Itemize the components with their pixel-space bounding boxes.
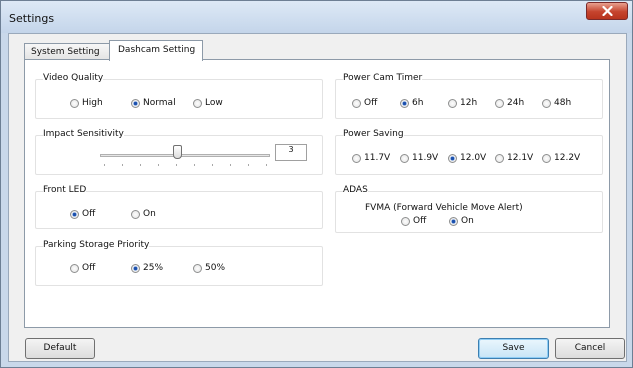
video-quality-high-radio[interactable]: High	[70, 98, 103, 108]
power-cam-timer-12h-radio[interactable]: 12h	[448, 98, 477, 108]
slider-tick	[158, 164, 159, 166]
radio-indicator	[193, 98, 202, 108]
power-saving-11-9v-radio[interactable]: 11.9V	[400, 153, 438, 163]
window-title: Settings	[9, 12, 55, 25]
radio-indicator	[131, 209, 140, 219]
slider-tick	[266, 164, 267, 166]
adas-on-radio[interactable]: On	[449, 216, 474, 226]
power-saving-11-7v-radio[interactable]: 11.7V	[352, 153, 390, 163]
slider-tick	[230, 164, 231, 166]
client-area: System Setting Dashcam Setting Video Qua…	[8, 33, 627, 362]
power-saving-label: Power Saving	[343, 129, 404, 139]
front-led-on-radio[interactable]: On	[131, 209, 156, 219]
adas-off-radio[interactable]: Off	[401, 216, 426, 226]
video-quality-normal-radio[interactable]: Normal	[131, 98, 176, 108]
radio-indicator	[131, 98, 140, 108]
settings-window: Settings System Setting Dashcam Setting …	[0, 0, 633, 368]
tab-dashcam-setting[interactable]: Dashcam Setting	[109, 40, 203, 61]
power-cam-timer-label: Power Cam Timer	[343, 73, 423, 83]
power-cam-timer-24h-radio[interactable]: 24h	[495, 98, 524, 108]
slider-tick	[176, 164, 177, 166]
radio-indicator	[131, 263, 140, 273]
parking-storage-label: Parking Storage Priority	[43, 240, 150, 250]
slider-tick	[122, 164, 123, 166]
save-button[interactable]: Save	[478, 338, 549, 359]
power-cam-timer-48h-radio[interactable]: 48h	[542, 98, 571, 108]
slider-tick	[104, 164, 105, 166]
fvma-label: FVMA (Forward Vehicle Move Alert)	[365, 203, 523, 213]
power-saving-12-1v-radio[interactable]: 12.1V	[495, 153, 533, 163]
radio-indicator	[352, 153, 361, 163]
radio-indicator	[70, 98, 79, 108]
slider-tick	[140, 164, 141, 166]
power-saving-12-0v-radio[interactable]: 12.0V	[448, 153, 486, 163]
parking-storage-50-radio[interactable]: 50%	[193, 263, 225, 273]
radio-indicator	[495, 98, 504, 108]
power-saving-12-2v-radio[interactable]: 12.2V	[542, 153, 580, 163]
radio-indicator	[449, 216, 458, 226]
power-cam-timer-6h-radio[interactable]: 6h	[400, 98, 423, 108]
slider-tick	[212, 164, 213, 166]
impact-sensitivity-label: Impact Sensitivity	[43, 129, 124, 139]
parking-storage-off-radio[interactable]: Off	[70, 263, 95, 273]
radio-indicator	[542, 98, 551, 108]
video-quality-label: Video Quality	[43, 73, 104, 83]
parking-storage-25-radio[interactable]: 25%	[131, 263, 163, 273]
close-icon	[602, 6, 613, 16]
radio-indicator	[400, 153, 409, 163]
front-led-label: Front LED	[43, 185, 87, 195]
radio-indicator	[448, 98, 457, 108]
slider-tick	[248, 164, 249, 166]
slider-track	[100, 154, 270, 157]
adas-label: ADAS	[343, 185, 368, 195]
radio-indicator	[401, 216, 410, 226]
video-quality-low-radio[interactable]: Low	[193, 98, 223, 108]
dashcam-setting-panel: Video Quality High Normal Low Impact Sen…	[24, 59, 610, 328]
radio-indicator	[542, 153, 551, 163]
radio-indicator	[400, 98, 409, 108]
title-bar[interactable]: Settings	[1, 1, 632, 33]
default-button[interactable]: Default	[25, 338, 95, 359]
power-cam-timer-off-radio[interactable]: Off	[352, 98, 377, 108]
slider-thumb[interactable]	[172, 145, 182, 159]
impact-sensitivity-value: 3	[275, 144, 307, 161]
front-led-off-radio[interactable]: Off	[70, 209, 95, 219]
close-button[interactable]	[586, 2, 628, 20]
radio-indicator	[448, 153, 457, 163]
slider-tick	[194, 164, 195, 166]
radio-indicator	[70, 263, 79, 273]
radio-indicator	[193, 263, 202, 273]
radio-indicator	[70, 209, 79, 219]
radio-indicator	[495, 153, 504, 163]
radio-indicator	[352, 98, 361, 108]
cancel-button[interactable]: Cancel	[555, 338, 625, 359]
